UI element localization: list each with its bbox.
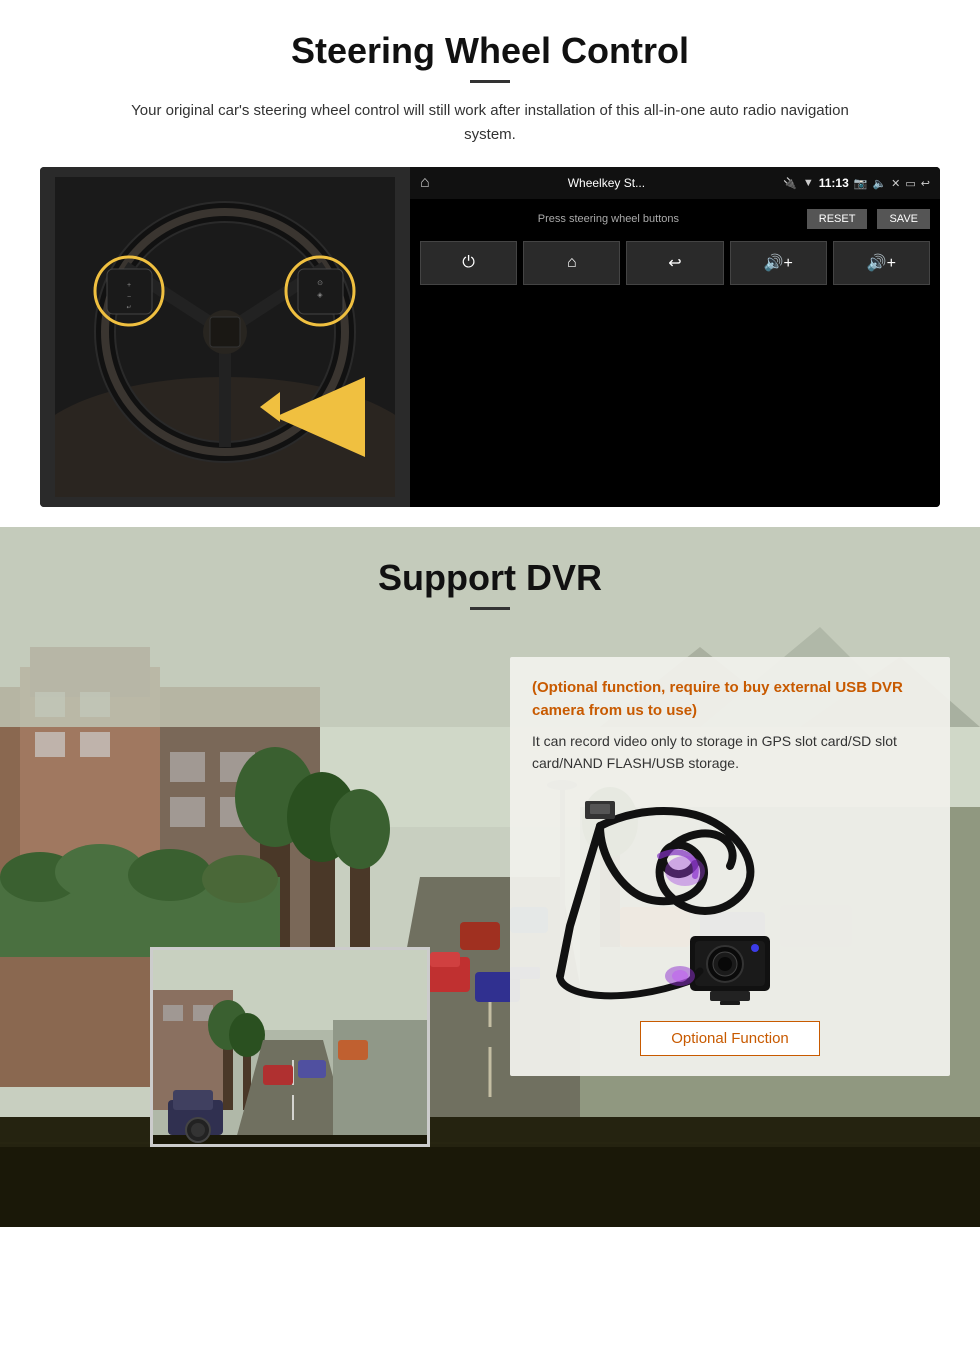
svg-text:−: −: [127, 294, 131, 301]
swc-buttons-grid: ⏻ ⌂ ↩ 🔊+ 🔊+: [420, 241, 930, 285]
home-icon: ⌂: [420, 174, 430, 192]
steering-section: Steering Wheel Control Your original car…: [0, 0, 980, 527]
steering-title: Steering Wheel Control: [40, 30, 940, 72]
steering-wheel-svg: + − ↵ ⊙ ◈: [40, 167, 410, 507]
dvr-title: Support DVR: [0, 557, 980, 599]
svg-text:⊙: ⊙: [317, 280, 323, 287]
dvr-section: Support DVR (Optional function, require …: [0, 527, 980, 1227]
screen-icon: ▭: [905, 177, 915, 190]
android-status-bar: ⌂ Wheelkey St... 🔌 ▼ 11:13 📷 🔈 ✕ ▭ ↩: [410, 167, 940, 199]
dvr-section-header: Support DVR: [0, 527, 980, 610]
android-content: Press steering wheel buttons RESET SAVE …: [410, 199, 940, 507]
app-title-text: Wheelkey St...: [436, 176, 777, 190]
swc-header: Press steering wheel buttons RESET SAVE: [420, 209, 930, 229]
dashcam-preview-inner: [153, 950, 427, 1144]
dvr-camera-image: [532, 791, 928, 1011]
steering-subtitle: Your original car's steering wheel contr…: [130, 99, 850, 147]
status-icons: ▼ 11:13 📷 🔈 ✕ ▭ ↩: [803, 176, 930, 190]
swc-btn-home[interactable]: ⌂: [523, 241, 620, 285]
dashcam-preview-svg: [153, 950, 430, 1147]
steering-wheel-graphic: + − ↵ ⊙ ◈: [55, 177, 395, 497]
clock-display: 11:13: [819, 176, 849, 190]
dvr-title-divider: [470, 607, 510, 610]
dashcam-preview: [150, 947, 430, 1147]
dvr-camera-svg: [540, 796, 920, 1006]
swc-instruction: Press steering wheel buttons: [420, 213, 797, 225]
dvr-optional-note: (Optional function, require to buy exter…: [532, 677, 928, 722]
android-screen: ⌂ Wheelkey St... 🔌 ▼ 11:13 📷 🔈 ✕ ▭ ↩ Pre…: [410, 167, 940, 507]
dvr-info-card: (Optional function, require to buy exter…: [510, 657, 950, 1076]
title-divider-1: [470, 80, 510, 83]
steering-photo: + − ↵ ⊙ ◈: [40, 167, 410, 507]
reset-button[interactable]: RESET: [807, 209, 868, 229]
swc-btn-back[interactable]: ↩: [626, 241, 723, 285]
svg-text:↵: ↵: [126, 305, 131, 311]
svg-text:+: +: [127, 282, 131, 289]
wifi-icon: ▼: [803, 177, 814, 189]
swc-btn-power[interactable]: ⏻: [420, 241, 517, 285]
back-icon: ↩: [921, 177, 930, 190]
swc-btn-vol-up-1[interactable]: 🔊+: [730, 241, 827, 285]
volume-icon: 🔈: [872, 177, 886, 190]
svg-text:◈: ◈: [317, 292, 323, 299]
dvr-description: It can record video only to storage in G…: [532, 730, 928, 775]
swc-btn-vol-up-2[interactable]: 🔊+: [833, 241, 930, 285]
x-icon: ✕: [891, 177, 900, 190]
optional-function-button[interactable]: Optional Function: [640, 1021, 820, 1056]
camera-icon: 📷: [854, 177, 868, 190]
steering-image-area: + − ↵ ⊙ ◈ ⌂ Wheel: [40, 167, 940, 507]
save-button[interactable]: SAVE: [877, 209, 930, 229]
usb-icon: 🔌: [783, 177, 797, 190]
